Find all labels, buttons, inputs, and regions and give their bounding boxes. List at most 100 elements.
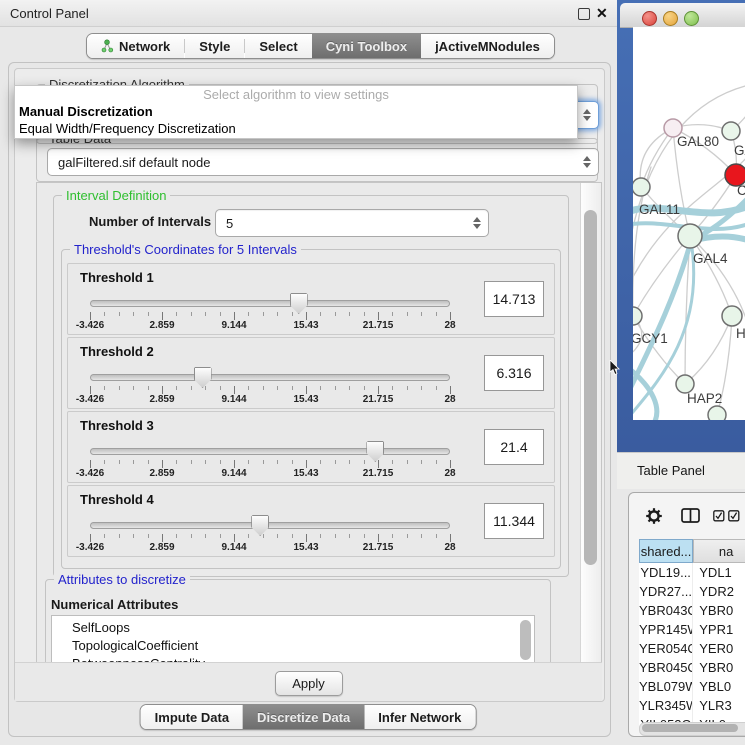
threshold-slider-4[interactable] xyxy=(90,514,450,534)
network-node-gcy1[interactable] xyxy=(633,307,642,325)
table-cell[interactable]: YER0 xyxy=(692,639,745,658)
network-node-h[interactable] xyxy=(722,306,742,326)
tab-cyni-toolbox[interactable]: Cyni Toolbox xyxy=(312,34,421,58)
tick-label: -3.426 xyxy=(76,542,104,553)
attribute-item-topologicalcoefficient[interactable]: TopologicalCoefficient xyxy=(52,637,534,655)
threshold-slider-3[interactable] xyxy=(90,440,450,460)
column-header-na[interactable]: na xyxy=(693,539,745,563)
network-node[interactable] xyxy=(708,406,726,420)
table-row[interactable]: YPR145WYPR1 xyxy=(639,620,745,639)
numerical-attributes-list[interactable]: SelfLoopsTopologicalCoefficientBetweenne… xyxy=(51,615,535,664)
network-node-gal4[interactable] xyxy=(678,224,702,248)
tick-label: 2.859 xyxy=(149,542,174,553)
tick-mark xyxy=(263,386,264,390)
table-cell[interactable]: YLR345W xyxy=(639,696,692,715)
minimize-traffic-light-icon[interactable] xyxy=(663,11,678,26)
table-row[interactable]: YDR27...YDR2 xyxy=(639,582,745,601)
float-window-icon[interactable] xyxy=(578,8,590,20)
select-columns-icon[interactable] xyxy=(713,510,741,522)
table-cell[interactable]: YBR0 xyxy=(692,601,745,620)
list-scrollbar-thumb[interactable] xyxy=(520,620,531,660)
tick-mark xyxy=(320,312,321,316)
tick-mark xyxy=(277,386,278,390)
threshold-slider-1[interactable] xyxy=(90,292,450,312)
threshold-value-field-1[interactable]: 14.713 xyxy=(484,281,544,317)
table-cell[interactable]: YLR3 xyxy=(692,696,745,715)
attribute-item-selfloops[interactable]: SelfLoops xyxy=(52,619,534,637)
table-cell[interactable]: YBL0 xyxy=(692,677,745,696)
close-traffic-light-icon[interactable] xyxy=(642,11,657,26)
slider-thumb[interactable] xyxy=(290,293,308,314)
tick-mark xyxy=(148,312,149,316)
tick-mark xyxy=(320,534,321,538)
close-window-icon[interactable]: ✕ xyxy=(596,5,608,22)
bottom-tab-infer-network[interactable]: Infer Network xyxy=(364,705,475,729)
table-row[interactable]: YBL079WYBL0 xyxy=(639,677,745,696)
split-panel-icon[interactable] xyxy=(681,508,701,524)
tick-mark xyxy=(104,312,105,316)
threshold-value-field-2[interactable]: 6.316 xyxy=(484,355,544,391)
table-cell[interactable]: YPR145W xyxy=(639,620,692,639)
table-cell[interactable]: YBR0 xyxy=(692,658,745,677)
algorithm-option-manual[interactable]: Manual Discretization xyxy=(15,103,577,120)
table-cell[interactable]: YBL079W xyxy=(639,677,692,696)
table-row[interactable]: YBR043CYBR0 xyxy=(639,601,745,620)
slider-track[interactable] xyxy=(90,522,450,529)
tab-style[interactable]: Style xyxy=(185,34,244,58)
table-cell[interactable]: YDL19... xyxy=(639,563,692,582)
table-cell[interactable]: YDL1 xyxy=(692,563,745,582)
table-cell[interactable]: YBR045C xyxy=(639,658,692,677)
table-row[interactable]: YDL19...YDL1 xyxy=(639,563,745,582)
slider-thumb[interactable] xyxy=(366,441,384,462)
tick-mark xyxy=(335,534,336,538)
table-row[interactable]: YLR345WYLR3 xyxy=(639,696,745,715)
network-edge xyxy=(640,128,673,187)
column-header-shared-[interactable]: shared... xyxy=(639,539,693,563)
slider-track[interactable] xyxy=(90,300,450,307)
network-node-gal11[interactable] xyxy=(633,178,650,196)
table-horizontal-scrollbar[interactable] xyxy=(639,722,745,736)
bottom-tab-impute-data[interactable]: Impute Data xyxy=(141,705,243,729)
tick-mark xyxy=(378,460,379,468)
table-data-combobox[interactable]: galFiltered.sif default node xyxy=(47,148,599,176)
slider-thumb[interactable] xyxy=(194,367,212,388)
tick-label: 9.144 xyxy=(221,394,246,405)
table-row[interactable]: YER054CYER0 xyxy=(639,639,745,658)
tab-select[interactable]: Select xyxy=(245,34,311,58)
algorithm-option-equal-width[interactable]: Equal Width/Frequency Discretization xyxy=(15,120,577,137)
number-of-intervals-combobox[interactable]: 5 xyxy=(215,209,489,237)
table-cell[interactable]: YDR2 xyxy=(692,582,745,601)
tick-mark xyxy=(306,460,307,468)
apply-button[interactable]: Apply xyxy=(275,671,343,696)
tab-jactivemnodules[interactable]: jActiveMNodules xyxy=(421,34,554,58)
settings-vertical-scrollbar[interactable] xyxy=(580,183,601,663)
algorithm-option-prompt[interactable]: Select algorithm to view settings xyxy=(15,86,577,103)
threshold-value-field-4[interactable]: 11.344 xyxy=(484,503,544,539)
tab-network[interactable]: Network xyxy=(87,34,184,58)
tick-mark xyxy=(90,534,91,542)
network-node-label: GAL80 xyxy=(677,134,719,149)
zoom-traffic-light-icon[interactable] xyxy=(684,11,699,26)
bottom-tab-discretize-data[interactable]: Discretize Data xyxy=(243,705,364,729)
network-canvas[interactable]: GAL80GALCGAL11GAL4GCY1HHAP2 xyxy=(633,27,745,420)
slider-track[interactable] xyxy=(90,448,450,455)
tick-mark xyxy=(320,460,321,464)
slider-track[interactable] xyxy=(90,374,450,381)
tick-mark xyxy=(220,460,221,464)
table-row[interactable]: YBR045CYBR0 xyxy=(639,658,745,677)
tick-mark xyxy=(450,460,451,468)
slider-ticks xyxy=(90,460,450,468)
slider-thumb[interactable] xyxy=(251,515,269,536)
table-cell[interactable]: YPR1 xyxy=(692,620,745,639)
table-cell[interactable]: YDR27... xyxy=(639,582,692,601)
scrollbar-thumb[interactable] xyxy=(642,724,738,732)
network-node-gal[interactable] xyxy=(722,122,740,140)
threshold-label: Threshold 4 xyxy=(80,492,154,507)
threshold-value-field-3[interactable]: 21.4 xyxy=(484,429,544,465)
network-edge xyxy=(690,236,732,316)
scrollbar-thumb[interactable] xyxy=(584,210,597,565)
threshold-slider-2[interactable] xyxy=(90,366,450,386)
gear-icon[interactable] xyxy=(645,507,663,525)
table-cell[interactable]: YER054C xyxy=(639,639,692,658)
table-cell[interactable]: YBR043C xyxy=(639,601,692,620)
